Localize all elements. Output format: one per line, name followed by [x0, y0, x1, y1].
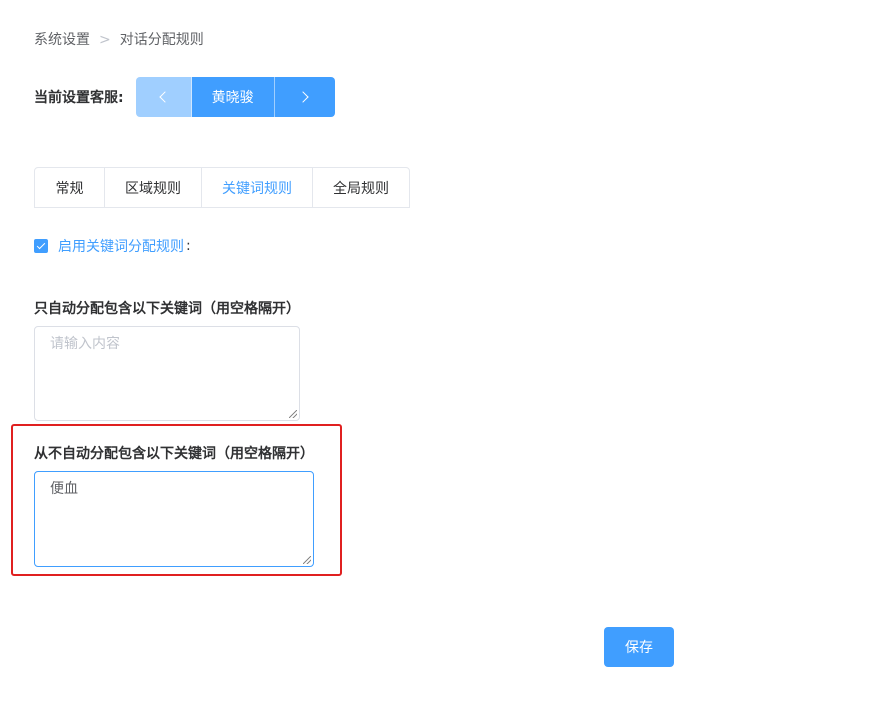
tab-global-rules[interactable]: 全局规则	[312, 168, 409, 207]
save-button[interactable]: 保存	[604, 627, 674, 667]
tab-keyword-rules[interactable]: 关键词规则	[201, 168, 312, 207]
agent-button-group: 黄晓骏	[135, 77, 335, 117]
include-keywords-textarea[interactable]: 请输入内容	[34, 326, 300, 421]
current-agent-button[interactable]: 黄晓骏	[191, 77, 275, 117]
breadcrumb-item-current: 对话分配规则	[119, 32, 204, 48]
breadcrumb: 系统设置 > 对话分配规则	[34, 31, 204, 49]
enable-keyword-rules-label[interactable]: 启用关键词分配规则	[58, 236, 184, 256]
enable-keyword-rules-colon: :	[186, 238, 191, 254]
chevron-left-icon	[158, 91, 171, 103]
agent-label: 当前设置客服:	[34, 90, 124, 106]
tab-region-rules[interactable]: 区域规则	[104, 168, 201, 207]
enable-keyword-rules[interactable]: 启用关键词分配规则 :	[34, 236, 191, 256]
checkbox-checked-icon[interactable]	[34, 239, 48, 253]
highlight-annotation-box	[11, 424, 342, 576]
next-agent-button[interactable]	[274, 77, 335, 117]
chevron-right-icon: >	[99, 32, 111, 48]
agent-selector: 当前设置客服: 黄晓骏	[34, 77, 335, 117]
resize-handle-icon[interactable]	[289, 410, 297, 418]
include-keywords-title: 只自动分配包含以下关键词（用空格隔开）	[34, 301, 300, 317]
rule-tabs: 常规 区域规则 关键词规则 全局规则	[34, 167, 410, 208]
tab-general[interactable]: 常规	[35, 168, 104, 207]
prev-agent-button[interactable]	[135, 77, 192, 117]
chevron-right-icon	[297, 91, 309, 103]
include-keywords-placeholder: 请输入内容	[50, 336, 120, 352]
breadcrumb-item-settings[interactable]: 系统设置	[34, 31, 90, 49]
page-root: 系统设置 > 对话分配规则 当前设置客服: 黄晓骏 常规 区域规则 关键词规则 …	[0, 0, 876, 728]
